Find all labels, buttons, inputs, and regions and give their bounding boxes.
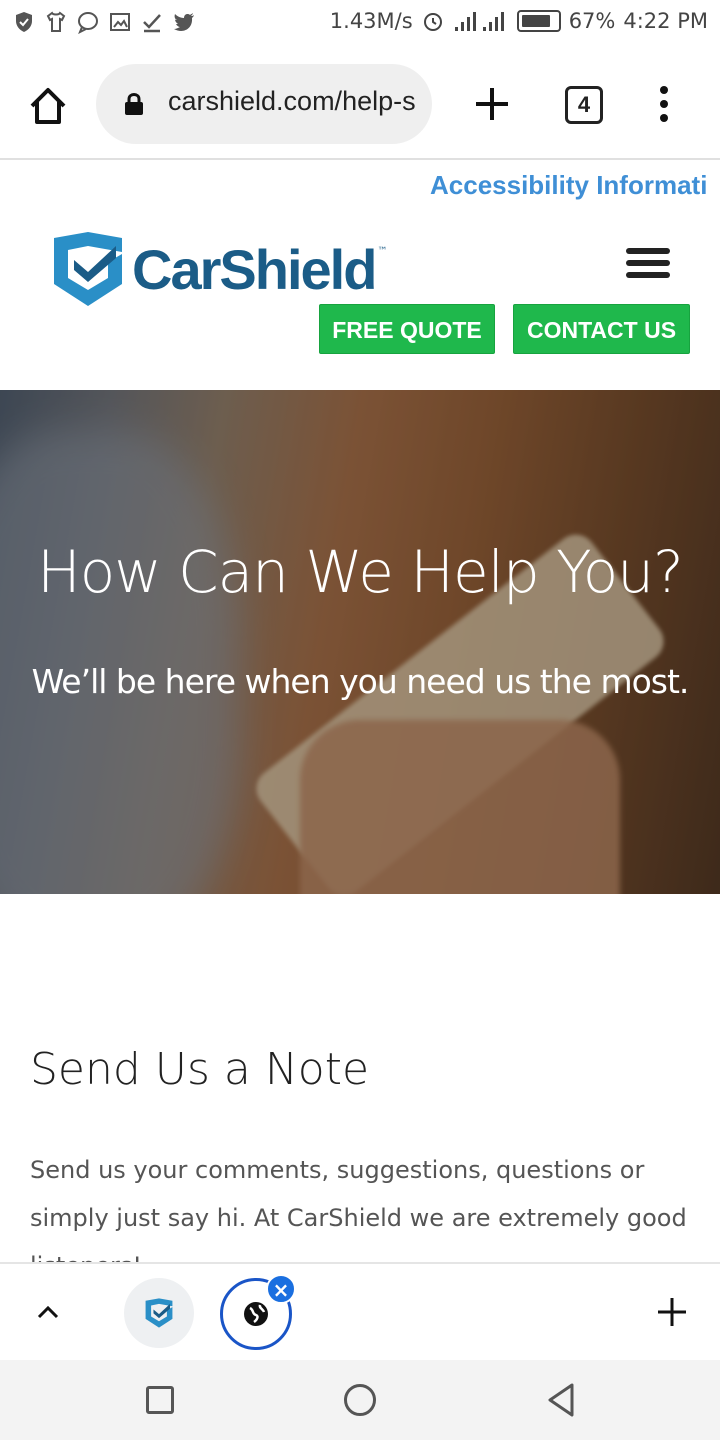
home-icon[interactable]	[26, 84, 70, 128]
web-page: Accessibility Informati CarShield ™ FREE …	[0, 162, 720, 1262]
system-status: 1.43M/s 67% 4:22 PM	[330, 9, 708, 33]
battery-icon	[516, 10, 561, 32]
contact-us-button[interactable]: CONTACT US	[513, 304, 690, 354]
address-bar[interactable]: carshield.com/help-s	[96, 64, 432, 144]
section-title: Send Us a Note	[30, 1044, 370, 1095]
accessibility-link[interactable]: Accessibility Informati	[430, 170, 707, 201]
checkmark-icon	[143, 14, 161, 33]
network-speed: 1.43M/s	[329, 9, 413, 33]
chat-bubble-icon	[78, 12, 98, 34]
shield-check-icon	[16, 12, 32, 32]
lock-icon	[125, 93, 143, 115]
add-tab-icon[interactable]	[656, 1296, 688, 1328]
signal-icon	[454, 12, 504, 31]
logo-trademark: ™	[377, 245, 388, 257]
battery-percent: 67%	[568, 9, 616, 33]
hero-title: How Can We Help You?	[37, 538, 684, 606]
twitter-icon	[174, 13, 194, 31]
carshield-logo[interactable]: CarShield ™	[50, 232, 387, 306]
image-icon	[110, 13, 130, 31]
status-bar: 1.43M/s 67% 4:22 PM	[0, 0, 720, 50]
tab-switcher-button[interactable]: 4	[565, 86, 603, 124]
url-text: carshield.com/help-s	[168, 86, 416, 116]
system-navigation-bar	[0, 1360, 720, 1440]
hero-subtitle: We’ll be here when you need us the most.	[31, 662, 690, 701]
more-options-icon[interactable]	[652, 84, 676, 124]
recent-apps-icon[interactable]	[146, 1386, 174, 1414]
alarm-icon	[423, 13, 442, 31]
new-tab-plus-icon[interactable]	[472, 84, 512, 124]
bottom-tab-strip: ×	[0, 1262, 720, 1360]
shield-logo-icon	[145, 1298, 173, 1328]
globe-icon	[244, 1302, 268, 1326]
free-quote-button[interactable]: FREE QUOTE	[319, 304, 495, 354]
browser-toolbar: carshield.com/help-s 4	[0, 50, 720, 160]
shirt-icon	[46, 11, 66, 32]
chevron-up-icon[interactable]	[36, 1300, 60, 1324]
hero-banner: How Can We Help You? We’ll be here when …	[0, 390, 720, 894]
shield-logo-icon	[54, 232, 122, 306]
back-icon[interactable]	[546, 1382, 576, 1418]
tab-carshield[interactable]	[124, 1278, 194, 1348]
hero-hand-image	[300, 720, 620, 894]
clock: 4:22 PM	[623, 9, 708, 33]
home-nav-icon[interactable]	[344, 1384, 376, 1416]
notification-icons	[12, 10, 196, 34]
section-body: Send us your comments, suggestions, ques…	[30, 1156, 687, 1262]
logo-text: CarShield	[132, 237, 377, 301]
hamburger-menu-icon[interactable]	[626, 248, 670, 284]
close-tab-icon[interactable]: ×	[266, 1274, 296, 1304]
